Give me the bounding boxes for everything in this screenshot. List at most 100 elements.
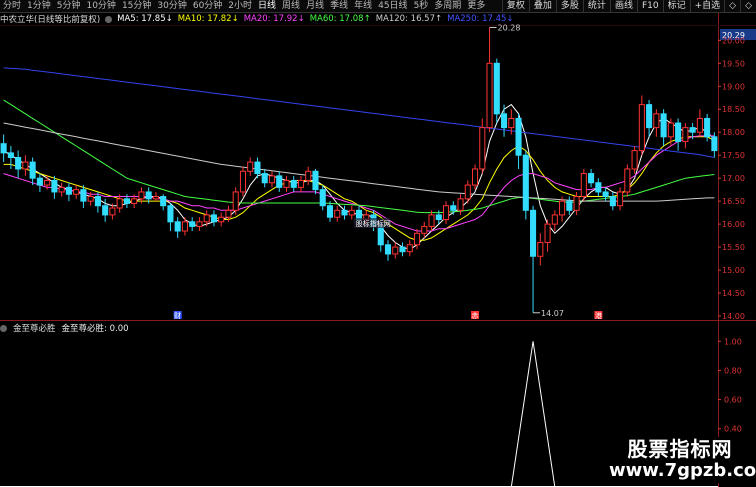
candle-body <box>479 127 486 170</box>
candle-body <box>559 200 566 216</box>
candle-body <box>247 161 254 172</box>
candle-body <box>196 221 203 227</box>
event-marker-text: 财 <box>174 311 181 320</box>
candle-body <box>646 104 653 129</box>
candle-body <box>189 221 196 227</box>
candle-body <box>515 117 522 156</box>
price-tick-label: 16.00 <box>722 220 745 229</box>
candle-body <box>457 198 464 211</box>
candle-body <box>268 175 276 184</box>
candle-body <box>595 182 602 193</box>
watermark-url: www.7gpzb.com <box>609 460 756 481</box>
candle-body <box>544 223 551 243</box>
event-marker-text: 赤 <box>472 312 479 320</box>
candle-body <box>160 196 167 207</box>
candle-body <box>530 209 537 257</box>
candle-body <box>94 196 101 207</box>
candle-body <box>638 104 645 152</box>
price-tick-label: 16.50 <box>722 197 745 206</box>
candle-body <box>29 161 36 179</box>
candle-body <box>87 196 94 202</box>
candle-body <box>341 209 348 216</box>
candle-body <box>239 170 246 193</box>
candle-body <box>384 244 392 255</box>
candle-body <box>58 186 65 193</box>
candle-body <box>392 246 399 255</box>
candle-body <box>145 191 152 200</box>
candle-body <box>152 196 159 200</box>
candle-body <box>210 214 217 223</box>
site-watermark: 股票指标网 www.7gpzb.com <box>609 437 756 483</box>
candle-body <box>254 161 261 175</box>
candle-body <box>399 246 406 253</box>
candle-body <box>696 117 703 133</box>
candle-body <box>617 191 624 207</box>
price-tick-label: 17.50 <box>722 151 745 160</box>
candle-body <box>116 198 123 209</box>
candle-body <box>682 127 689 142</box>
candle-body <box>15 156 22 170</box>
candle-body <box>348 209 355 216</box>
candle-body <box>580 173 587 198</box>
candle-body <box>174 221 181 232</box>
candle-body <box>319 189 326 207</box>
candle-body <box>203 214 210 223</box>
price-tick-label: 14.00 <box>722 312 745 321</box>
candle-body <box>7 152 14 158</box>
candle-body <box>326 205 334 218</box>
indicator-tick-label: 1.00 <box>724 337 742 346</box>
candle-body <box>44 179 51 186</box>
candle-body <box>22 161 29 170</box>
candle-body <box>123 198 130 204</box>
candle-body <box>73 189 80 195</box>
candle-body <box>464 184 471 200</box>
candle-body <box>276 175 283 188</box>
chip-label: 股标指标网 <box>356 219 391 228</box>
ma-line-4 <box>3 122 715 202</box>
candle-body <box>631 150 638 170</box>
candle-body <box>232 191 239 211</box>
candle-body <box>428 214 435 227</box>
candle-body <box>588 173 595 184</box>
candle-body <box>413 232 421 246</box>
candle-body <box>435 214 442 221</box>
price-tick-label: 18.50 <box>722 105 745 114</box>
candle-body <box>377 225 384 246</box>
candle-body <box>689 127 696 133</box>
price-tick-label: 18.00 <box>722 128 745 137</box>
candle-body <box>501 113 508 129</box>
kline-chart[interactable]: 20.2920.0019.5019.0018.5018.0017.5017.00… <box>0 0 756 487</box>
candle-body <box>450 205 457 211</box>
price-tick-label: 19.50 <box>722 59 745 68</box>
candle-body <box>261 173 268 184</box>
candle-body <box>551 214 558 225</box>
low-price-label: 14.07 <box>541 309 564 318</box>
indicator-tick-label: 0.60 <box>724 396 742 405</box>
candle-body <box>334 209 341 218</box>
candle-body <box>51 179 58 193</box>
candle-body <box>566 200 573 211</box>
candle-body <box>573 196 580 211</box>
candle-body <box>36 177 43 186</box>
candle-body <box>138 191 145 200</box>
watermark-title: 股票指标网 <box>627 437 733 461</box>
candle-body <box>0 143 7 154</box>
candle-body <box>508 117 515 129</box>
candle-body <box>667 122 674 138</box>
candle-body <box>493 62 500 115</box>
price-tick-label: 19.00 <box>722 82 745 91</box>
indicator-spike-line <box>510 341 556 487</box>
candle-body <box>442 205 450 221</box>
candle-body <box>131 198 138 204</box>
price-tick-label: 15.50 <box>722 243 745 252</box>
candle-body <box>486 62 493 129</box>
candle-body <box>653 113 660 129</box>
candle-body <box>660 113 667 138</box>
candle-body <box>675 122 682 142</box>
candle-body <box>167 205 174 223</box>
candle-body <box>522 154 529 211</box>
candle-body <box>218 216 225 223</box>
candle-body <box>290 179 297 188</box>
price-tick-label: 15.00 <box>722 266 745 275</box>
event-marker-text: 港 <box>595 311 602 320</box>
